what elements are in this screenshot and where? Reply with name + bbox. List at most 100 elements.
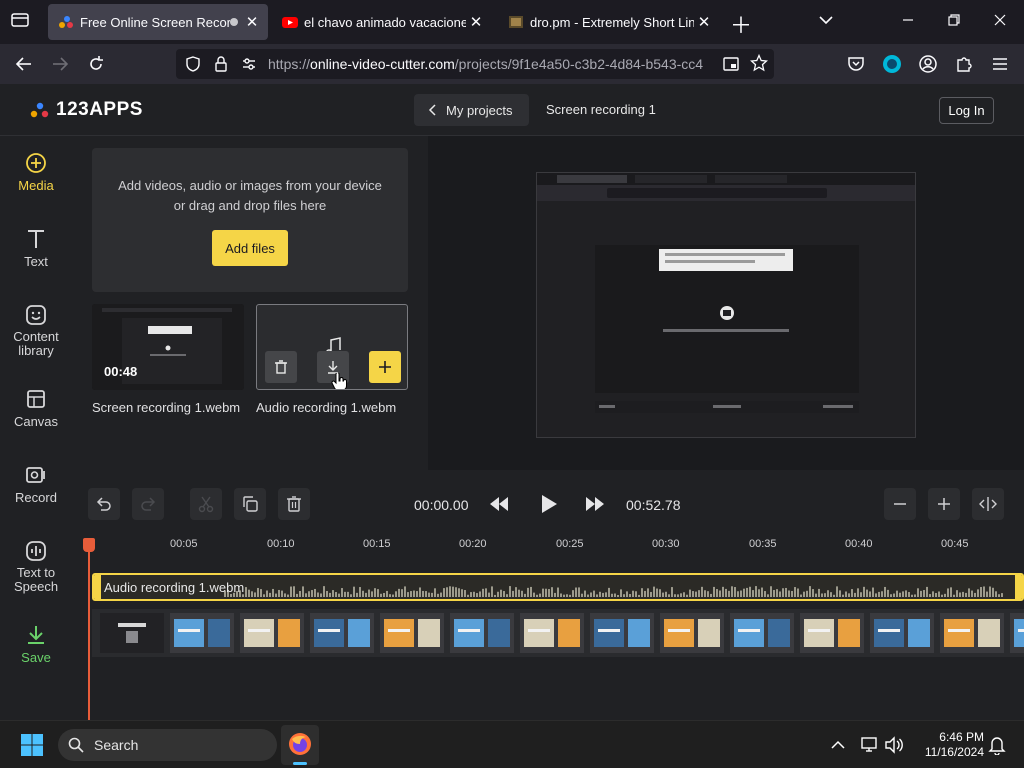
bookmark-star-icon[interactable] <box>750 54 768 72</box>
add-to-timeline-button[interactable] <box>369 351 401 383</box>
chevron-down-icon[interactable] <box>816 10 840 34</box>
redo-button[interactable] <box>132 488 164 520</box>
clock-date: 11/16/2024 <box>924 745 984 759</box>
timeline-tick: 00:30 <box>652 538 680 550</box>
sidebar-item-label: Record <box>15 490 57 505</box>
video-preview[interactable] <box>536 172 916 438</box>
url-bar[interactable]: https://online-video-cutter.com/projects… <box>176 49 774 79</box>
waveform-bar <box>392 594 394 597</box>
close-window-icon[interactable] <box>990 10 1014 34</box>
fit-width-icon <box>979 497 997 511</box>
new-tab-icon[interactable]: ＋ <box>730 8 754 38</box>
permissions-icon[interactable] <box>240 55 258 73</box>
back-arrow-icon[interactable] <box>14 54 34 74</box>
timeline[interactable]: 00:05 00:10 00:15 00:20 00:25 00:30 00:3… <box>72 536 1024 722</box>
add-files-button[interactable]: Add files <box>212 230 288 266</box>
sidebar-item-save[interactable]: Save <box>0 624 72 665</box>
account-icon[interactable] <box>918 54 938 74</box>
media-card-audio-recording[interactable] <box>256 304 408 390</box>
tab-screen-recorder[interactable]: Free Online Screen Recorder ✕ <box>48 4 268 40</box>
waveform-bar <box>980 587 982 597</box>
pocket-icon[interactable] <box>846 54 866 74</box>
close-tab-icon[interactable]: ✕ <box>694 13 714 31</box>
taskbar-clock[interactable]: 6:46 PM 11/16/2024 <box>912 730 984 760</box>
extension-blue-icon[interactable] <box>882 54 902 74</box>
recording-dot-icon <box>230 18 238 26</box>
sidebar-item-content-library[interactable]: Content library <box>0 304 72 358</box>
login-button[interactable]: Log In <box>939 97 994 124</box>
tab-youtube[interactable]: el chavo animado vacaciones e ✕ <box>272 4 492 40</box>
waveform-bar <box>548 589 550 597</box>
duplicate-button[interactable] <box>234 488 266 520</box>
waveform-bar <box>374 588 376 597</box>
sidebar-item-text-to-speech[interactable]: Text to Speech <box>0 540 72 594</box>
waveform-bar <box>443 588 445 597</box>
canvas-icon <box>25 388 47 410</box>
volume-icon[interactable] <box>884 735 904 755</box>
clip-handle-left[interactable] <box>94 575 101 599</box>
shield-icon[interactable] <box>184 55 202 73</box>
waveform-bar <box>302 586 304 597</box>
waveform-bar <box>428 592 430 597</box>
sidebar-item-text[interactable]: Text <box>0 228 72 269</box>
waveform-bar <box>713 586 715 597</box>
waveform-bar <box>812 589 814 597</box>
project-name[interactable]: Screen recording 1 <box>546 102 656 117</box>
fit-timeline-button[interactable] <box>972 488 1004 520</box>
video-track-clip[interactable] <box>92 609 1024 657</box>
waveform-bar <box>848 593 850 597</box>
waveform-bar <box>587 594 589 597</box>
zoom-in-button[interactable] <box>928 488 960 520</box>
notifications-bell-icon[interactable] <box>988 735 1006 755</box>
playhead-handle[interactable] <box>83 538 95 552</box>
reload-icon[interactable] <box>86 54 106 74</box>
waveform-bar <box>623 594 625 597</box>
split-button[interactable] <box>190 488 222 520</box>
waveform-bar <box>368 589 370 597</box>
picture-in-picture-icon[interactable] <box>722 55 740 73</box>
tab-dropm[interactable]: dro.pm - Extremely Short Links ✕ <box>498 4 720 40</box>
my-projects-button[interactable]: My projects <box>414 94 529 126</box>
play-button[interactable] <box>538 492 560 516</box>
redo-icon <box>141 497 156 511</box>
playhead[interactable] <box>88 540 90 722</box>
zoom-out-button[interactable] <box>884 488 916 520</box>
extensions-puzzle-icon[interactable] <box>954 54 974 74</box>
restore-icon[interactable] <box>944 10 968 34</box>
sidebar-item-label: Canvas <box>13 414 59 429</box>
audio-track-clip[interactable]: Audio recording 1.webm <box>92 573 1024 601</box>
lock-icon[interactable] <box>212 55 230 73</box>
waveform-bar <box>614 593 616 597</box>
minimize-icon[interactable] <box>898 10 922 34</box>
close-tab-icon[interactable]: ✕ <box>242 13 262 31</box>
taskbar-search[interactable]: Search <box>58 729 277 761</box>
menu-hamburger-icon[interactable] <box>990 54 1010 74</box>
sidebar-item-canvas[interactable]: Canvas <box>0 388 72 429</box>
minus-icon <box>894 503 906 505</box>
waveform-bar <box>905 590 907 597</box>
logo[interactable]: 123APPS <box>30 99 143 121</box>
delete-media-button[interactable] <box>265 351 297 383</box>
filmstrip-frame <box>240 613 304 653</box>
forward-arrow-icon[interactable] <box>50 54 70 74</box>
fast-forward-button[interactable] <box>584 494 606 514</box>
rewind-button[interactable] <box>488 494 510 514</box>
waveform-bar <box>266 590 268 597</box>
network-icon[interactable] <box>860 735 880 755</box>
chevron-up-icon[interactable] <box>830 737 846 753</box>
waveform-bar <box>740 590 742 597</box>
tab-overview-icon[interactable] <box>10 10 34 34</box>
sidebar-item-record[interactable]: Record <box>0 464 72 505</box>
drop-zone[interactable]: Add videos, audio or images from your de… <box>92 148 408 292</box>
delete-button[interactable] <box>278 488 310 520</box>
close-tab-icon[interactable]: ✕ <box>466 13 486 31</box>
windows-start-icon[interactable] <box>20 733 44 757</box>
taskbar-firefox[interactable] <box>281 725 319 765</box>
undo-button[interactable] <box>88 488 120 520</box>
waveform-bar <box>878 591 880 597</box>
filmstrip-frame <box>870 613 934 653</box>
waveform-bar <box>995 591 997 597</box>
sidebar-item-media[interactable]: Media <box>0 152 72 193</box>
media-card-screen-recording[interactable]: 00:48 <box>92 304 244 390</box>
clip-handle-right[interactable] <box>1015 575 1022 599</box>
